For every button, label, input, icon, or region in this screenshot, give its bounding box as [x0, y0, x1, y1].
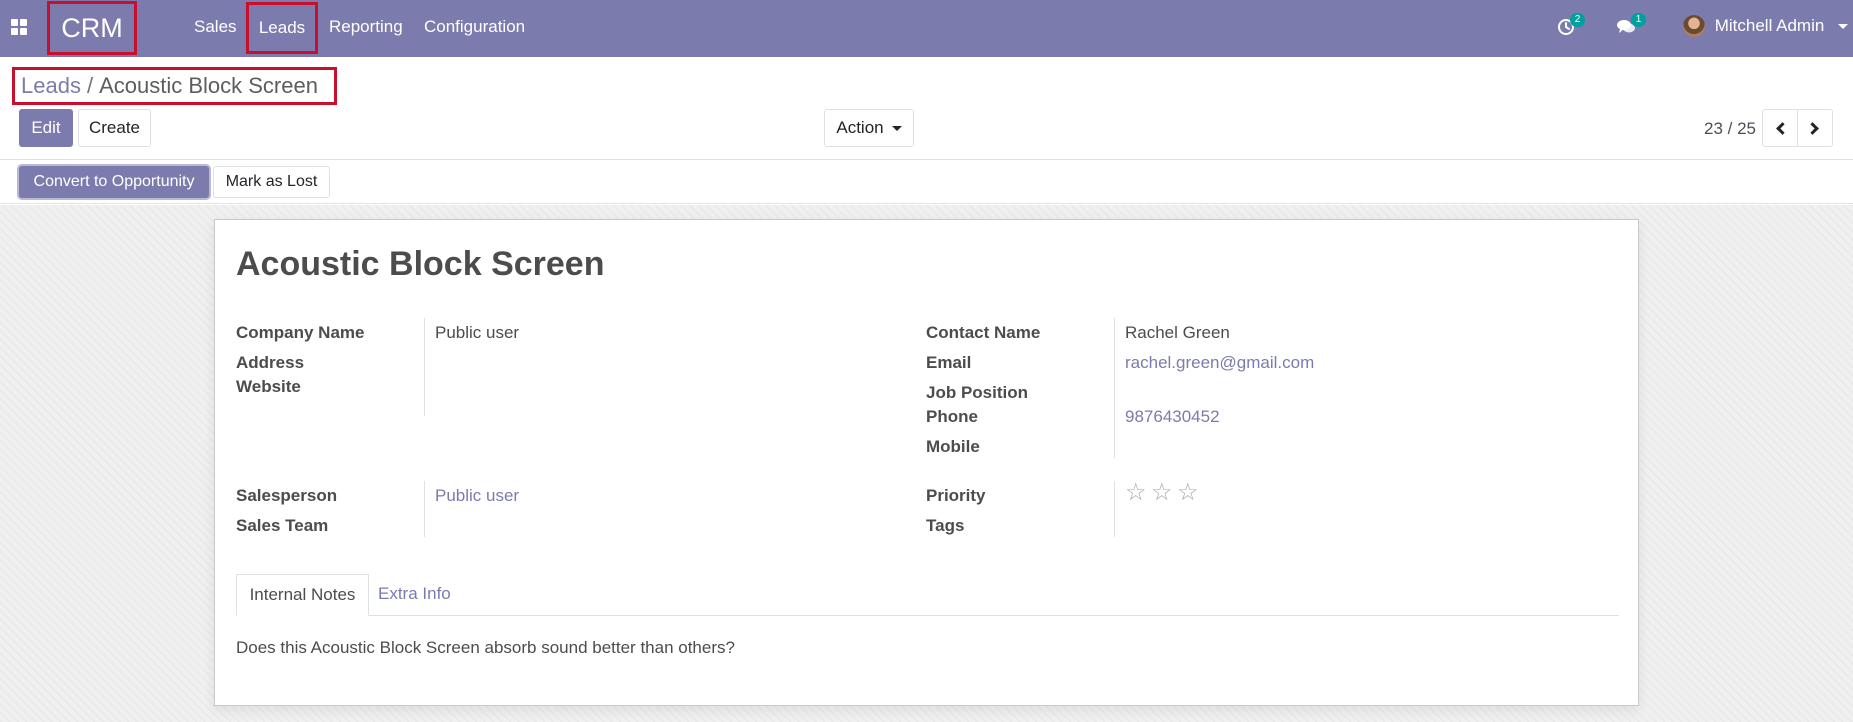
breadcrumb-current: Acoustic Block Screen [99, 73, 318, 98]
lead-title[interactable]: Acoustic Block Screen [236, 245, 604, 284]
activity-badge: 2 [1570, 13, 1585, 27]
field-separator [424, 318, 425, 416]
company-name-label: Company Name [236, 323, 365, 342]
star-icon[interactable]: ☆ [1125, 481, 1147, 505]
form-statusbar: Convert to Opportunity Mark as Lost [0, 160, 1853, 204]
apps-grid-icon[interactable] [11, 19, 29, 37]
pager-next-button[interactable] [1797, 109, 1833, 147]
breadcrumb: Leads / Acoustic Block Screen [12, 67, 337, 105]
contact-name-value[interactable]: Rachel Green [1125, 323, 1230, 343]
mark-as-lost-button[interactable]: Mark as Lost [213, 166, 330, 198]
caret-down-icon [891, 126, 902, 132]
email-value[interactable]: rachel.green@gmail.com [1125, 353, 1314, 373]
phone-label: Phone [926, 407, 978, 426]
sales-team-label: Sales Team [236, 516, 329, 535]
top-navbar: CRM Sales Leads Reporting Configuration … [0, 0, 1853, 57]
tags-label: Tags [926, 516, 965, 535]
form-sheet: Acoustic Block Screen Company Name Addre… [214, 219, 1639, 706]
chevron-down-icon [1838, 23, 1849, 29]
breadcrumb-leads-link[interactable]: Leads [21, 73, 81, 98]
convert-to-opportunity-button[interactable]: Convert to Opportunity [19, 166, 209, 198]
tab-internal-notes[interactable]: Internal Notes [236, 574, 369, 616]
chevron-left-icon [1776, 122, 1789, 135]
breadcrumb-separator: / [86, 73, 94, 98]
pager-value[interactable]: 23 / 25 [1704, 119, 1756, 139]
create-button[interactable]: Create [78, 109, 151, 147]
edit-button[interactable]: Edit [19, 109, 73, 147]
internal-notes-text[interactable]: Does this Acoustic Block Screen absorb s… [236, 638, 735, 658]
message-badge: 1 [1631, 13, 1646, 27]
pager-previous-button[interactable] [1762, 109, 1798, 147]
company-name-value[interactable]: Public user [435, 323, 519, 343]
app-brand[interactable]: CRM [47, 1, 137, 55]
field-separator [424, 481, 425, 537]
salesperson-value[interactable]: Public user [435, 486, 519, 506]
field-separator [1114, 318, 1115, 458]
user-menu[interactable]: Mitchell Admin [1683, 15, 1849, 39]
job-position-label: Job Position [926, 383, 1028, 402]
field-separator [1114, 481, 1115, 537]
menu-reporting[interactable]: Reporting [329, 17, 403, 37]
priority-label: Priority [926, 486, 986, 505]
menu-leads[interactable]: Leads [246, 2, 318, 54]
action-label: Action [836, 118, 884, 137]
salesperson-label: Salesperson [236, 486, 338, 505]
star-icon[interactable]: ☆ [1177, 481, 1199, 505]
chevron-right-icon [1806, 122, 1819, 135]
chat-bubbles-icon[interactable]: 1 [1616, 13, 1646, 38]
email-label: Email [926, 353, 972, 372]
tab-extra-info[interactable]: Extra Info [378, 574, 451, 616]
website-label: Website [236, 377, 301, 396]
menu-configuration[interactable]: Configuration [424, 17, 525, 37]
user-name: Mitchell Admin [1714, 16, 1825, 35]
phone-value[interactable]: 9876430452 [1125, 407, 1220, 427]
menu-sales[interactable]: Sales [194, 17, 237, 37]
star-icon[interactable]: ☆ [1151, 481, 1173, 505]
clock-activity-icon[interactable]: 2 [1557, 13, 1585, 38]
action-dropdown[interactable]: Action [824, 109, 914, 147]
mobile-label: Mobile [926, 437, 980, 456]
address-label: Address [236, 353, 305, 372]
avatar [1683, 15, 1705, 37]
contact-name-label: Contact Name [926, 323, 1041, 342]
